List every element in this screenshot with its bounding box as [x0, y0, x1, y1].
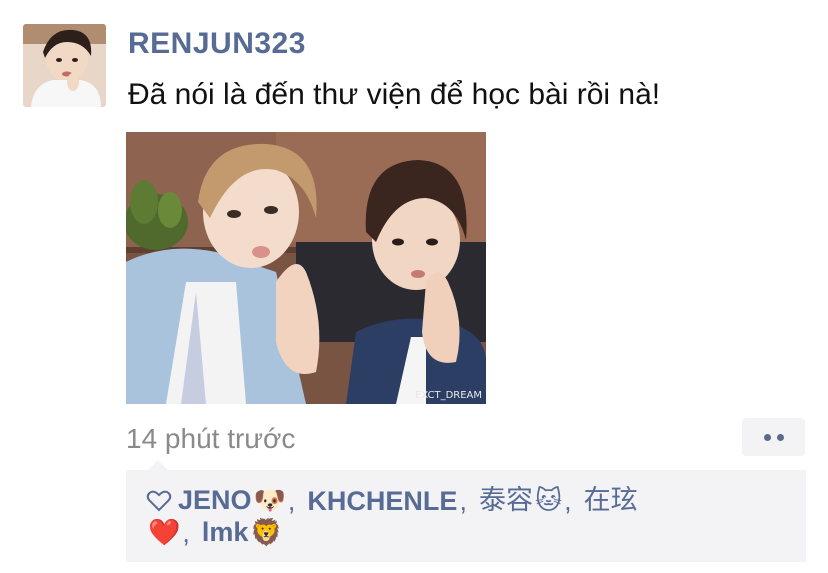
- separator: ,: [182, 517, 190, 548]
- liker-name: 在玹: [583, 484, 638, 516]
- likes-line-2: ❤️ , lmk🦁: [148, 514, 283, 551]
- liker-name: KHCHENLE: [307, 485, 458, 516]
- likes-panel: JENO🐶 , KHCHENLE , 泰容🐱 , 在玹 ❤️ , lmk🦁: [126, 460, 806, 562]
- heart-outline-icon: [146, 490, 172, 511]
- liker-lmk[interactable]: lmk🦁: [202, 514, 283, 551]
- separator: ,: [287, 485, 296, 516]
- more-dot-icon: [763, 433, 771, 441]
- liker-name: JENO: [178, 485, 252, 515]
- username-link[interactable]: RENJUN323: [128, 26, 306, 62]
- more-dot-icon: [776, 433, 784, 441]
- separator: ,: [459, 485, 467, 516]
- liker-name: 泰容: [478, 484, 533, 516]
- liker-khchenle[interactable]: KHCHENLE: [307, 483, 457, 519]
- avatar-image: [23, 24, 106, 107]
- more-actions-button[interactable]: [742, 418, 805, 456]
- red-heart-emoji-icon: ❤️: [148, 518, 181, 548]
- post-photo-image: [126, 132, 486, 404]
- photo-watermark: EXCT_DREAM: [415, 390, 482, 401]
- liker-name: lmk: [201, 517, 249, 547]
- cat-emoji-icon: 🐱: [534, 485, 563, 516]
- liker-taeyong[interactable]: 泰容🐱: [479, 483, 562, 519]
- post-text: Đã nói là đến thư viện để học bài rồi nà…: [128, 78, 661, 111]
- post-timestamp: 14 phút trước: [126, 423, 296, 454]
- separator: ,: [564, 485, 572, 516]
- lion-emoji-icon: 🦁: [250, 518, 283, 548]
- avatar[interactable]: [23, 24, 106, 107]
- post-photo[interactable]: EXCT_DREAM: [126, 132, 486, 404]
- liker-heart[interactable]: ❤️: [148, 514, 180, 551]
- liker-jaehyun[interactable]: 在玹: [584, 483, 638, 519]
